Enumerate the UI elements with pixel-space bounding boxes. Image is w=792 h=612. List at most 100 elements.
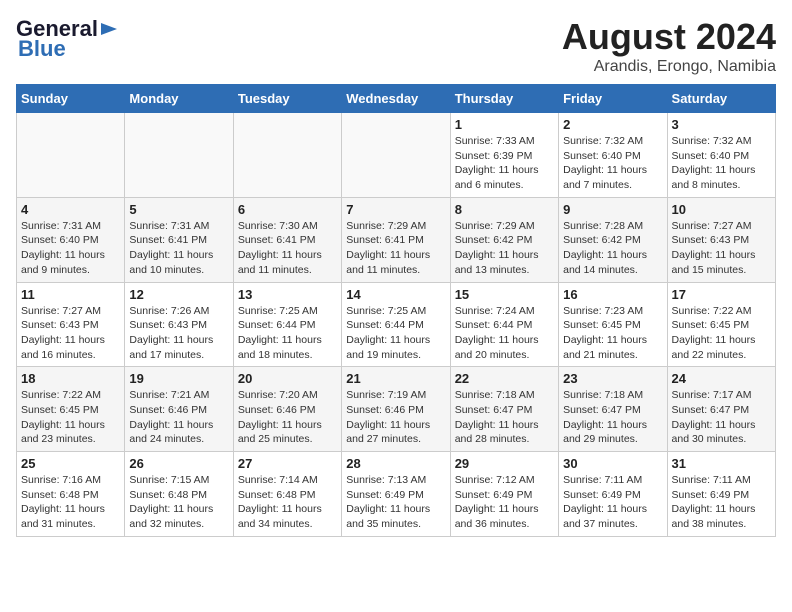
calendar-table: SundayMondayTuesdayWednesdayThursdayFrid… bbox=[16, 84, 776, 537]
day-info: Sunrise: 7:22 AMSunset: 6:45 PMDaylight:… bbox=[21, 388, 120, 447]
calendar-cell bbox=[125, 113, 233, 198]
day-info: Sunrise: 7:15 AMSunset: 6:48 PMDaylight:… bbox=[129, 473, 228, 532]
day-number: 24 bbox=[672, 371, 771, 386]
day-header-friday: Friday bbox=[559, 85, 667, 113]
day-number: 13 bbox=[238, 287, 337, 302]
day-info: Sunrise: 7:11 AMSunset: 6:49 PMDaylight:… bbox=[563, 473, 662, 532]
day-info: Sunrise: 7:28 AMSunset: 6:42 PMDaylight:… bbox=[563, 219, 662, 278]
day-number: 19 bbox=[129, 371, 228, 386]
calendar-cell: 25 Sunrise: 7:16 AMSunset: 6:48 PMDayligh… bbox=[17, 452, 125, 537]
calendar-cell: 1Sunrise: 7:33 AMSunset: 6:39 PMDaylight… bbox=[450, 113, 558, 198]
calendar-cell: 29Sunrise: 7:12 AMSunset: 6:49 PMDayligh… bbox=[450, 452, 558, 537]
calendar-cell: 11Sunrise: 7:27 AMSunset: 6:43 PMDayligh… bbox=[17, 282, 125, 367]
calendar-cell bbox=[342, 113, 450, 198]
title-block: August 2024 Arandis, Erongo, Namibia bbox=[562, 16, 776, 76]
calendar-cell: 15 Sunrise: 7:24 AMSunset: 6:44 PMDayligh… bbox=[450, 282, 558, 367]
day-number: 27 bbox=[238, 456, 337, 471]
calendar-cell: 14Sunrise: 7:25 AMSunset: 6:44 PMDayligh… bbox=[342, 282, 450, 367]
day-number: 20 bbox=[238, 371, 337, 386]
day-number: 16 bbox=[563, 287, 662, 302]
day-number: 30 bbox=[563, 456, 662, 471]
calendar-cell: 3 Sunrise: 7:32 AMSunset: 6:40 PMDaylight… bbox=[667, 113, 775, 198]
day-info: Sunrise: 7:32 AMSunset: 6:40 PMDaylight:… bbox=[563, 134, 662, 193]
day-info: Sunrise: 7:32 AMSunset: 6:40 PMDaylight:… bbox=[672, 134, 771, 193]
day-number: 18 bbox=[21, 371, 120, 386]
calendar-cell: 12 Sunrise: 7:26 AMSunset: 6:43 PMDayligh… bbox=[125, 282, 233, 367]
page-title: August 2024 bbox=[562, 16, 776, 58]
day-number: 28 bbox=[346, 456, 445, 471]
day-number: 26 bbox=[129, 456, 228, 471]
day-number: 10 bbox=[672, 202, 771, 217]
calendar-cell: 21 Sunrise: 7:19 AMSunset: 6:46 PMDayligh… bbox=[342, 367, 450, 452]
calendar-cell: 27 Sunrise: 7:14 AMSunset: 6:48 PMDayligh… bbox=[233, 452, 341, 537]
day-header-saturday: Saturday bbox=[667, 85, 775, 113]
day-number: 4 bbox=[21, 202, 120, 217]
calendar-cell: 10Sunrise: 7:27 AMSunset: 6:43 PMDayligh… bbox=[667, 197, 775, 282]
day-info: Sunrise: 7:18 AMSunset: 6:47 PMDaylight:… bbox=[563, 388, 662, 447]
day-header-wednesday: Wednesday bbox=[342, 85, 450, 113]
calendar-cell: 18 Sunrise: 7:22 AMSunset: 6:45 PMDayligh… bbox=[17, 367, 125, 452]
week-row-3: 11Sunrise: 7:27 AMSunset: 6:43 PMDayligh… bbox=[17, 282, 776, 367]
day-info: Sunrise: 7:14 AMSunset: 6:48 PMDaylight:… bbox=[238, 473, 337, 532]
calendar-cell: 30 Sunrise: 7:11 AMSunset: 6:49 PMDayligh… bbox=[559, 452, 667, 537]
day-info: Sunrise: 7:11 AMSunset: 6:49 PMDaylight:… bbox=[672, 473, 771, 532]
day-number: 23 bbox=[563, 371, 662, 386]
day-info: Sunrise: 7:12 AMSunset: 6:49 PMDaylight:… bbox=[455, 473, 554, 532]
day-number: 25 bbox=[21, 456, 120, 471]
calendar-header-row: SundayMondayTuesdayWednesdayThursdayFrid… bbox=[17, 85, 776, 113]
day-header-monday: Monday bbox=[125, 85, 233, 113]
calendar-cell: 6Sunrise: 7:30 AMSunset: 6:41 PMDaylight… bbox=[233, 197, 341, 282]
day-info: Sunrise: 7:31 AMSunset: 6:40 PMDaylight:… bbox=[21, 219, 120, 278]
calendar-cell: 17 Sunrise: 7:22 AMSunset: 6:45 PMDayligh… bbox=[667, 282, 775, 367]
day-number: 17 bbox=[672, 287, 771, 302]
week-row-5: 25 Sunrise: 7:16 AMSunset: 6:48 PMDayligh… bbox=[17, 452, 776, 537]
day-number: 14 bbox=[346, 287, 445, 302]
day-header-tuesday: Tuesday bbox=[233, 85, 341, 113]
calendar-cell bbox=[17, 113, 125, 198]
week-row-1: 1Sunrise: 7:33 AMSunset: 6:39 PMDaylight… bbox=[17, 113, 776, 198]
day-info: Sunrise: 7:29 AMSunset: 6:41 PMDaylight:… bbox=[346, 219, 445, 278]
day-info: Sunrise: 7:20 AMSunset: 6:46 PMDaylight:… bbox=[238, 388, 337, 447]
day-number: 9 bbox=[563, 202, 662, 217]
day-header-sunday: Sunday bbox=[17, 85, 125, 113]
calendar-cell: 23 Sunrise: 7:18 AMSunset: 6:47 PMDayligh… bbox=[559, 367, 667, 452]
calendar-cell: 28Sunrise: 7:13 AMSunset: 6:49 PMDayligh… bbox=[342, 452, 450, 537]
day-info: Sunrise: 7:33 AMSunset: 6:39 PMDaylight:… bbox=[455, 134, 554, 193]
day-number: 6 bbox=[238, 202, 337, 217]
day-info: Sunrise: 7:18 AMSunset: 6:47 PMDaylight:… bbox=[455, 388, 554, 447]
calendar-cell: 19Sunrise: 7:21 AMSunset: 6:46 PMDayligh… bbox=[125, 367, 233, 452]
day-number: 8 bbox=[455, 202, 554, 217]
logo: General Blue bbox=[16, 16, 119, 62]
calendar-cell bbox=[233, 113, 341, 198]
calendar-cell: 16 Sunrise: 7:23 AMSunset: 6:45 PMDayligh… bbox=[559, 282, 667, 367]
day-info: Sunrise: 7:25 AMSunset: 6:44 PMDaylight:… bbox=[238, 304, 337, 363]
calendar-cell: 22 Sunrise: 7:18 AMSunset: 6:47 PMDayligh… bbox=[450, 367, 558, 452]
day-number: 11 bbox=[21, 287, 120, 302]
day-number: 5 bbox=[129, 202, 228, 217]
day-number: 7 bbox=[346, 202, 445, 217]
day-number: 3 bbox=[672, 117, 771, 132]
calendar-cell: 20 Sunrise: 7:20 AMSunset: 6:46 PMDayligh… bbox=[233, 367, 341, 452]
day-info: Sunrise: 7:24 AMSunset: 6:44 PMDaylight:… bbox=[455, 304, 554, 363]
calendar-cell: 26 Sunrise: 7:15 AMSunset: 6:48 PMDayligh… bbox=[125, 452, 233, 537]
day-info: Sunrise: 7:16 AMSunset: 6:48 PMDaylight:… bbox=[21, 473, 120, 532]
calendar-cell: 8Sunrise: 7:29 AMSunset: 6:42 PMDaylight… bbox=[450, 197, 558, 282]
day-number: 21 bbox=[346, 371, 445, 386]
logo-blue: Blue bbox=[16, 36, 66, 62]
day-info: Sunrise: 7:17 AMSunset: 6:47 PMDaylight:… bbox=[672, 388, 771, 447]
day-info: Sunrise: 7:31 AMSunset: 6:41 PMDaylight:… bbox=[129, 219, 228, 278]
logo-arrow-icon bbox=[99, 19, 119, 39]
day-number: 12 bbox=[129, 287, 228, 302]
calendar-cell: 24 Sunrise: 7:17 AMSunset: 6:47 PMDayligh… bbox=[667, 367, 775, 452]
week-row-4: 18 Sunrise: 7:22 AMSunset: 6:45 PMDayligh… bbox=[17, 367, 776, 452]
day-info: Sunrise: 7:26 AMSunset: 6:43 PMDaylight:… bbox=[129, 304, 228, 363]
calendar-cell: 5 Sunrise: 7:31 AMSunset: 6:41 PMDaylight… bbox=[125, 197, 233, 282]
day-info: Sunrise: 7:23 AMSunset: 6:45 PMDaylight:… bbox=[563, 304, 662, 363]
calendar-cell: 7 Sunrise: 7:29 AMSunset: 6:41 PMDaylight… bbox=[342, 197, 450, 282]
calendar-cell: 31Sunrise: 7:11 AMSunset: 6:49 PMDayligh… bbox=[667, 452, 775, 537]
day-info: Sunrise: 7:22 AMSunset: 6:45 PMDaylight:… bbox=[672, 304, 771, 363]
day-number: 22 bbox=[455, 371, 554, 386]
day-info: Sunrise: 7:19 AMSunset: 6:46 PMDaylight:… bbox=[346, 388, 445, 447]
day-number: 15 bbox=[455, 287, 554, 302]
calendar-cell: 4 Sunrise: 7:31 AMSunset: 6:40 PMDaylight… bbox=[17, 197, 125, 282]
